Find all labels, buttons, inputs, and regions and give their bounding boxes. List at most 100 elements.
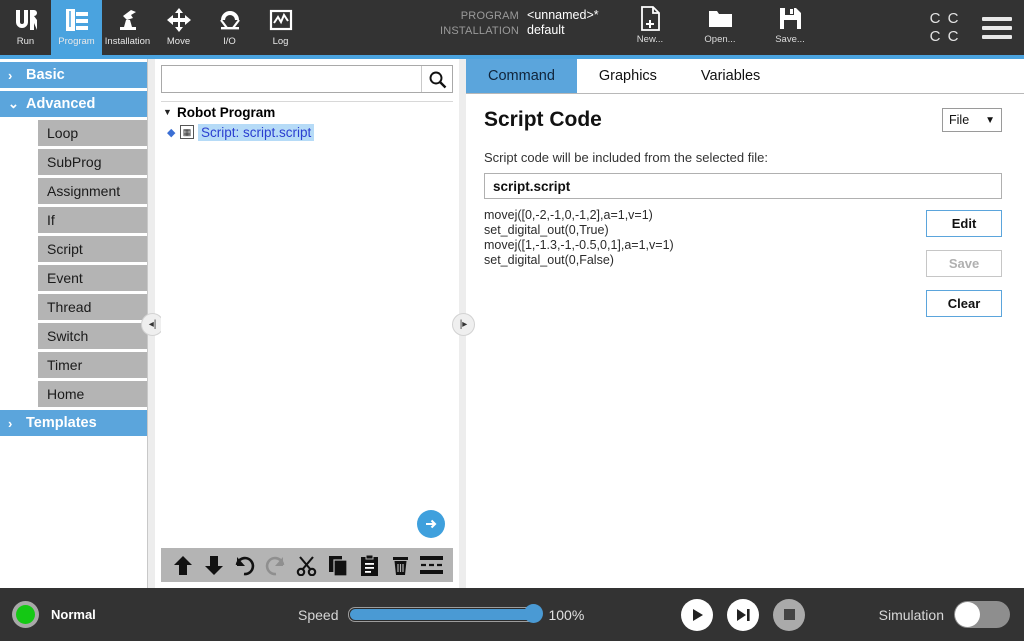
tree-root-node[interactable]: ▼ Robot Program — [161, 102, 453, 122]
sidebar-item-assignment[interactable]: Assignment — [38, 178, 147, 204]
new-program-button[interactable]: New... — [625, 4, 675, 45]
sidebar-item-if[interactable]: If — [38, 207, 147, 233]
sidebar-item-thread[interactable]: Thread — [38, 294, 147, 320]
play-button[interactable] — [681, 598, 713, 631]
stop-button — [773, 598, 805, 631]
arrow-right-icon[interactable] — [417, 510, 445, 538]
polyscope-window: Run Program Installation Move I/O Log PR… — [0, 0, 1024, 641]
hamburger-line-3 — [982, 34, 1012, 39]
hamburger-line-2 — [982, 25, 1012, 30]
edit-button-label: Edit — [951, 216, 977, 231]
sidebar-item-loop-label: Loop — [47, 125, 79, 141]
language-c-grid-icon[interactable]: C C C C — [926, 10, 962, 46]
play-icon — [693, 608, 703, 621]
c-glyph-2: C — [947, 10, 959, 27]
sidebar-item-timer[interactable]: Timer — [38, 352, 147, 378]
top-right-controls: C C C C — [926, 0, 1016, 55]
tree-root-label: Robot Program — [177, 104, 276, 120]
c-glyph-1: C — [929, 10, 941, 27]
simulation-group: Simulation — [879, 601, 1010, 628]
simulation-toggle[interactable] — [954, 601, 1010, 628]
nav-item-run[interactable]: Run — [0, 0, 51, 55]
step-button[interactable] — [727, 598, 759, 631]
speed-slider-fill — [350, 609, 533, 620]
c-glyph-3: C — [929, 28, 941, 45]
command-sidebar: › Basic ⌄ Advanced Loop SubProg Assignme… — [0, 59, 148, 588]
panel-header: Script Code File ▼ — [466, 94, 1024, 132]
sidebar-item-timer-label: Timer — [47, 357, 83, 373]
undo-button[interactable] — [229, 551, 260, 579]
sidebar-category-advanced-label: Advanced — [26, 96, 96, 112]
tab-graphics[interactable]: Graphics — [577, 59, 679, 93]
tree-node-script-label: Script: script.script — [198, 123, 315, 141]
tab-variables[interactable]: Variables — [679, 59, 782, 93]
panel-body: Script code will be included from the se… — [466, 132, 1024, 317]
robot-status-group: Normal — [0, 601, 96, 628]
code-line-2: set_digital_out(0,True) — [484, 223, 609, 237]
chevron-right-icon: › — [8, 67, 13, 83]
hamburger-menu-icon[interactable] — [978, 13, 1016, 43]
script-action-buttons: Edit Save Clear — [926, 208, 1002, 317]
sidebar-item-subprog[interactable]: SubProg — [38, 149, 147, 175]
script-hint-text: Script code will be included from the se… — [484, 150, 768, 165]
tab-variables-label: Variables — [700, 68, 761, 84]
caret-down-icon: ▼ — [163, 107, 172, 117]
sidebar-item-thread-label: Thread — [47, 299, 92, 315]
nav-item-io[interactable]: I/O — [204, 0, 255, 55]
redo-button[interactable] — [260, 551, 291, 579]
c-glyph-4: C — [947, 28, 959, 45]
sidebar-item-home-label: Home — [47, 386, 85, 402]
nav-item-move[interactable]: Move — [153, 0, 204, 55]
open-program-label: Open... — [704, 34, 736, 45]
sidebar-category-basic[interactable]: › Basic — [0, 62, 147, 88]
nav-item-log[interactable]: Log — [255, 0, 306, 55]
open-program-button[interactable]: Open... — [695, 4, 745, 45]
panel-tabs: Command Graphics Variables — [466, 59, 1024, 94]
cut-button[interactable] — [291, 551, 322, 579]
speed-slider[interactable] — [348, 604, 544, 623]
sidebar-item-home[interactable]: Home — [38, 381, 147, 407]
splitter-right[interactable]: |▸ — [452, 59, 475, 588]
splitter-left[interactable]: ◂| — [141, 59, 164, 588]
chevron-right-icon-templates: › — [8, 415, 13, 431]
copy-button[interactable] — [323, 551, 354, 579]
save-button-label: Save — [948, 256, 980, 271]
nav-item-installation[interactable]: Installation — [102, 0, 153, 55]
save-program-button[interactable]: Save... — [765, 4, 815, 45]
move-down-button[interactable] — [198, 551, 229, 579]
speed-label: Speed — [298, 606, 339, 623]
suppress-button[interactable] — [416, 551, 447, 579]
tab-command-label: Command — [488, 68, 555, 84]
search-icon[interactable] — [421, 66, 452, 92]
move-up-button[interactable] — [167, 551, 198, 579]
tab-graphics-label: Graphics — [598, 68, 657, 84]
script-mode-select[interactable]: File ▼ — [942, 108, 1002, 132]
status-badge: Normal — [51, 607, 96, 622]
script-file-field[interactable]: script.script — [484, 173, 1002, 199]
sidebar-category-templates-label: Templates — [26, 415, 97, 431]
program-tree-toolbar — [161, 548, 453, 582]
delete-button[interactable] — [385, 551, 416, 579]
hamburger-line-1 — [982, 16, 1012, 21]
sidebar-item-event[interactable]: Event — [38, 265, 147, 291]
sidebar-category-advanced[interactable]: ⌄ Advanced — [0, 91, 147, 117]
sidebar-item-script[interactable]: Script — [38, 236, 147, 262]
sidebar-item-switch[interactable]: Switch — [38, 323, 147, 349]
paste-button[interactable] — [354, 551, 385, 579]
code-line-1: movej([0,-2,-1,0,-1,2],a=1,v=1) — [484, 208, 653, 222]
top-navigation-bar: Run Program Installation Move I/O Log PR… — [0, 0, 1024, 55]
speed-slider-handle[interactable] — [524, 604, 544, 623]
tab-command[interactable]: Command — [466, 59, 577, 93]
speed-control-group: Speed 100% — [298, 604, 584, 623]
simulation-label: Simulation — [878, 606, 944, 623]
nav-item-program[interactable]: Program — [51, 0, 102, 55]
tree-node-script[interactable]: ◆ ▦ Script: script.script — [161, 122, 453, 142]
sidebar-category-templates[interactable]: › Templates — [0, 410, 147, 436]
search-input[interactable] — [162, 66, 421, 92]
move-arrows-icon — [162, 5, 196, 35]
robot-arm-icon — [111, 5, 145, 35]
sidebar-item-loop[interactable]: Loop — [38, 120, 147, 146]
edit-button[interactable]: Edit — [926, 210, 1002, 237]
code-line-4: set_digital_out(0,False) — [484, 253, 614, 267]
clear-button[interactable]: Clear — [926, 290, 1002, 317]
